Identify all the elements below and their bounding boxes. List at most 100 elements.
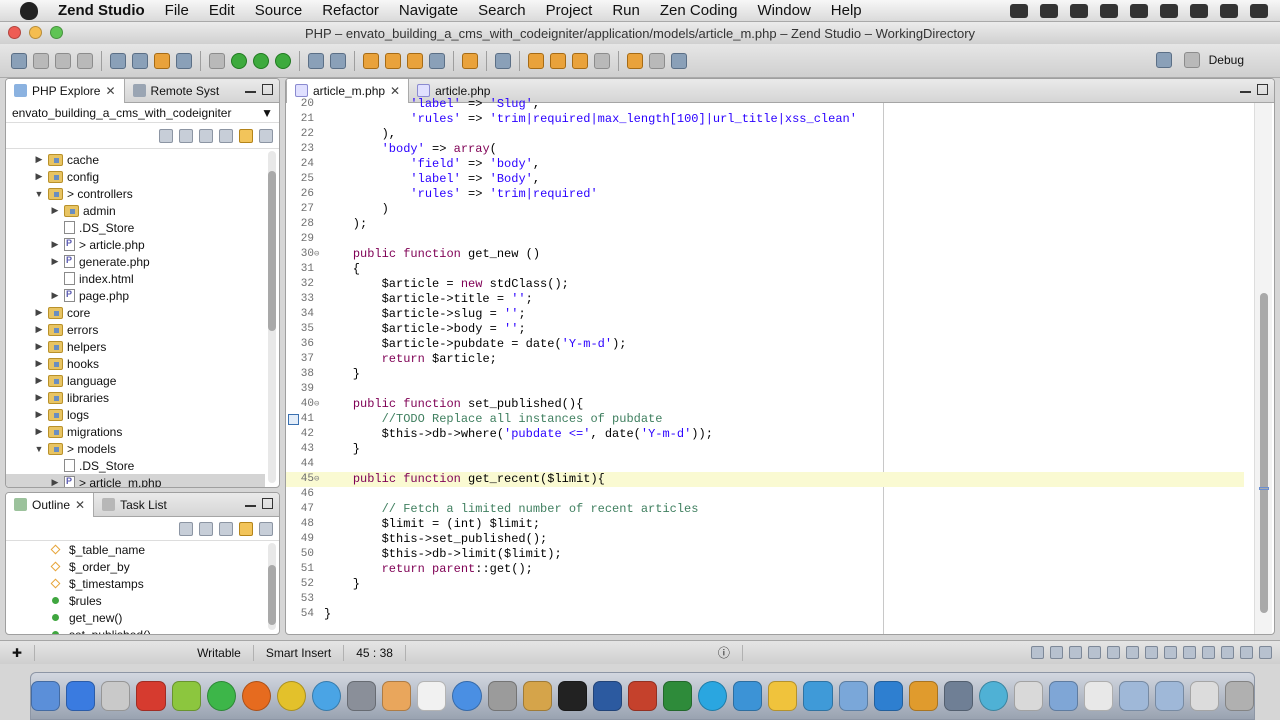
powerpoint-icon[interactable] [627, 681, 658, 711]
volume-icon[interactable] [1130, 3, 1148, 18]
collapse-arrow-icon[interactable]: ▶ [34, 324, 44, 335]
collapse-arrow-icon[interactable]: ▶ [34, 154, 44, 165]
collapse-arrow-icon[interactable]: ▶ [34, 375, 44, 386]
collapse-arrow-icon[interactable]: ▶ [34, 171, 44, 182]
outline-item[interactable]: set_published() [6, 626, 279, 634]
status-tool-icon[interactable] [1145, 646, 1158, 659]
sort-icon[interactable] [219, 521, 233, 536]
tree-item[interactable]: ▶ cache [6, 151, 265, 168]
trash-icon[interactable] [1224, 681, 1254, 711]
outline-item[interactable]: $_table_name [6, 541, 279, 558]
new-icon[interactable] [11, 52, 27, 69]
code-line[interactable]: 44 [286, 457, 1244, 472]
open-perspective-icon[interactable] [1155, 52, 1172, 68]
code-line[interactable]: 32 $article = new stdClass(); [286, 277, 1244, 292]
collapse-arrow-icon[interactable]: ▶ [50, 239, 60, 250]
tab-outline[interactable]: Outline ✕ [6, 493, 95, 517]
sync-app-icon[interactable] [803, 681, 833, 711]
system-preferences-icon[interactable] [487, 681, 517, 711]
menu-file[interactable]: File [155, 2, 199, 19]
search-remote-icon[interactable] [176, 52, 192, 69]
collapse-all-icon[interactable] [219, 128, 233, 143]
up-icon[interactable] [199, 128, 213, 143]
web-browser-icon[interactable] [330, 52, 346, 69]
menu-edit[interactable]: Edit [199, 2, 245, 19]
code-line[interactable]: 47 // Fetch a limited number of recent a… [286, 502, 1244, 517]
camera-icon[interactable] [1010, 3, 1028, 18]
explorer-scrollbar[interactable] [268, 151, 276, 483]
code-line[interactable]: 35 $article->body = ''; [286, 322, 1244, 337]
minimize-window-icon[interactable] [29, 26, 42, 39]
network-icon[interactable] [979, 681, 1009, 711]
close-icon[interactable]: ✕ [390, 84, 400, 98]
outline-item[interactable]: $_timestamps [6, 575, 279, 592]
wifi-icon[interactable] [1160, 3, 1178, 18]
code-line[interactable]: 53 [286, 592, 1244, 607]
user-icon[interactable] [1220, 3, 1238, 18]
outline-item[interactable]: get_new() [6, 609, 279, 626]
close-window-icon[interactable] [8, 26, 21, 39]
collapse-arrow-icon[interactable]: ▶ [50, 477, 60, 487]
menu-project[interactable]: Project [536, 2, 603, 19]
scroll-thumb[interactable] [268, 565, 276, 625]
status-tool-icon[interactable] [1164, 646, 1177, 659]
disabled-icon[interactable] [649, 52, 665, 69]
mail-icon[interactable] [838, 681, 868, 711]
code-line[interactable]: 50 $this->db->limit($limit); [286, 547, 1244, 562]
zoom-window-icon[interactable] [50, 26, 63, 39]
fold-icon[interactable]: ⊖ [314, 247, 319, 262]
status-tool-icon[interactable] [1126, 646, 1139, 659]
maximize-icon[interactable] [262, 498, 273, 509]
status-tool-icon[interactable] [1031, 646, 1044, 659]
itunes-icon[interactable] [452, 681, 482, 711]
tab-remote-systems[interactable]: Remote Syst [125, 79, 228, 103]
tree-item[interactable]: ▶ language [6, 372, 265, 389]
status-tool-icon[interactable] [1221, 646, 1234, 659]
code-line[interactable]: 30 ⊖ public function get_new () [286, 247, 1244, 262]
code-text-area[interactable]: 20 'label' => 'Slug', 21 'rules' => 'trim… [286, 97, 1274, 634]
code-line[interactable]: 21 'rules' => 'trim|required|max_length[… [286, 112, 1244, 127]
code-line[interactable]: 49 $this->set_published(); [286, 532, 1244, 547]
menu-window[interactable]: Window [747, 2, 820, 19]
tree-item[interactable]: ▶ libraries [6, 389, 265, 406]
acrobat-icon[interactable] [136, 681, 166, 711]
tab-task-list[interactable]: Task List [94, 493, 175, 517]
outline-scrollbar[interactable] [268, 543, 276, 630]
internet-explorer-icon[interactable] [873, 681, 903, 711]
documents-stack-icon[interactable] [1154, 681, 1184, 711]
display-icon[interactable] [1100, 3, 1118, 18]
run-external-icon[interactable] [275, 52, 291, 69]
close-icon[interactable]: ✕ [105, 84, 115, 98]
menu-navigate[interactable]: Navigate [389, 2, 468, 19]
collapse-arrow-icon[interactable]: ▶ [34, 358, 44, 369]
back-icon[interactable] [572, 52, 588, 69]
globe-icon[interactable] [308, 52, 324, 69]
code-line[interactable]: 27 ) [286, 202, 1244, 217]
code-line[interactable]: 36 $article->pubdate = date('Y-m-d'); [286, 337, 1244, 352]
tree-item[interactable]: ▼ > controllers [6, 185, 265, 202]
sublime-icon[interactable] [908, 681, 938, 711]
font-book-icon[interactable] [1084, 681, 1114, 711]
tree-item[interactable]: ▶ page.php [6, 287, 265, 304]
tree-item[interactable]: .DS_Store [6, 219, 265, 236]
code-line[interactable]: 22 ), [286, 127, 1244, 142]
menu-zen-coding[interactable]: Zen Coding [650, 2, 748, 19]
code-line[interactable]: 45 ⊖ public function get_recent($limit){ [286, 472, 1244, 487]
current-line-marker[interactable] [1259, 487, 1269, 490]
maximize-icon[interactable] [1257, 84, 1268, 95]
menu-refactor[interactable]: Refactor [312, 2, 389, 19]
forward-icon[interactable] [594, 52, 610, 69]
code-line[interactable]: 51 return parent::get(); [286, 562, 1244, 577]
calendar-icon[interactable] [417, 681, 447, 711]
duck-icon[interactable] [768, 681, 798, 711]
firefox-icon[interactable] [241, 681, 271, 711]
tab-php-explorer[interactable]: PHP Explore ✕ [6, 79, 125, 103]
tool-icon[interactable] [429, 52, 445, 69]
collapse-arrow-icon[interactable]: ▶ [50, 256, 60, 267]
minimize-icon[interactable] [245, 504, 256, 507]
fold-icon[interactable]: ⊖ [314, 397, 319, 412]
perspective-switcher[interactable]: Debug [1153, 52, 1244, 68]
tree-item[interactable]: index.html [6, 270, 265, 287]
folder-open-icon[interactable] [385, 52, 401, 69]
minimize-icon[interactable] [245, 90, 256, 93]
